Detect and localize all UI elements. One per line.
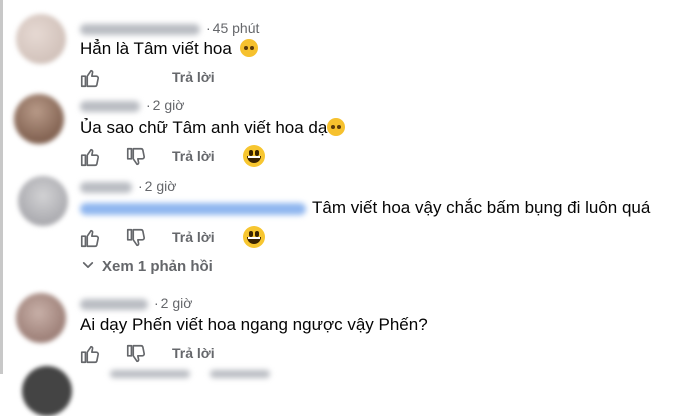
comment-meta: · 45 phút (80, 20, 259, 36)
comment-meta: · 2 giờ (80, 178, 176, 194)
comment-meta: · 2 giờ (80, 295, 192, 311)
view-replies-label: Xem 1 phản hồi (102, 258, 213, 275)
next-comment-preview (110, 370, 190, 378)
chevron-down-icon (82, 258, 96, 275)
mention-link[interactable] (80, 202, 306, 215)
comment-text: Hẳn là Tâm viết hoa (80, 39, 258, 59)
sad-face-emoji (239, 39, 258, 57)
comment-text-content: Ai dạy Phến viết hoa ngang ngược vậy Phế… (80, 315, 428, 334)
comment-time[interactable]: 2 giờ (153, 97, 185, 113)
comment-text: Ủa sao chữ Tâm anh viết hoa dạ (80, 118, 346, 138)
avatar[interactable] (16, 14, 66, 64)
thumbs-up-icon[interactable] (79, 227, 101, 249)
comment-text: Tâm viết hoa vậy chắc bấm bụng đi luôn q… (80, 198, 650, 218)
thumbs-down-icon[interactable] (125, 146, 147, 168)
comment-actions: Trả lời (79, 67, 379, 91)
comment-text-content: Tâm viết hoa vậy chắc bấm bụng đi luôn q… (312, 198, 651, 217)
author-name[interactable] (80, 298, 148, 310)
comment-actions: Trả lời (79, 226, 379, 251)
comment-meta: · 2 giờ (80, 97, 184, 113)
author-name[interactable] (80, 23, 200, 35)
comment-actions: Trả lời (79, 145, 379, 170)
reply-button[interactable]: Trả lời (172, 69, 215, 85)
thumbs-up-icon[interactable] (79, 146, 101, 168)
laugh-emoji[interactable] (243, 145, 265, 167)
author-name[interactable] (80, 100, 140, 112)
thumbs-down-icon[interactable] (125, 343, 147, 365)
thumbs-down-icon[interactable] (125, 227, 147, 249)
view-replies-button[interactable]: Xem 1 phản hồi (82, 258, 213, 275)
comment-time[interactable]: 2 giờ (161, 295, 193, 311)
next-comment-preview (210, 370, 270, 378)
comment-text-content: Ủa sao chữ Tâm anh viết hoa dạ (80, 118, 328, 137)
page-edge (0, 0, 3, 374)
avatar[interactable] (14, 94, 64, 144)
reply-button[interactable]: Trả lời (172, 148, 215, 164)
comment-actions: Trả lời (79, 343, 379, 367)
author-name[interactable] (80, 181, 132, 193)
laugh-emoji[interactable] (243, 226, 265, 248)
thumbs-up-icon[interactable] (79, 67, 101, 89)
comment-time[interactable]: 2 giờ (145, 178, 177, 194)
reply-button[interactable]: Trả lời (172, 345, 215, 361)
comment-text: Ai dạy Phến viết hoa ngang ngược vậy Phế… (80, 315, 428, 335)
comment-text-content: Hẳn là Tâm viết hoa (80, 39, 232, 58)
avatar[interactable] (18, 176, 68, 226)
sad-face-emoji (327, 118, 346, 136)
comment-time[interactable]: 45 phút (213, 20, 260, 36)
reply-button[interactable]: Trả lời (172, 229, 215, 245)
thumbs-up-icon[interactable] (79, 343, 101, 365)
avatar[interactable] (16, 293, 66, 343)
